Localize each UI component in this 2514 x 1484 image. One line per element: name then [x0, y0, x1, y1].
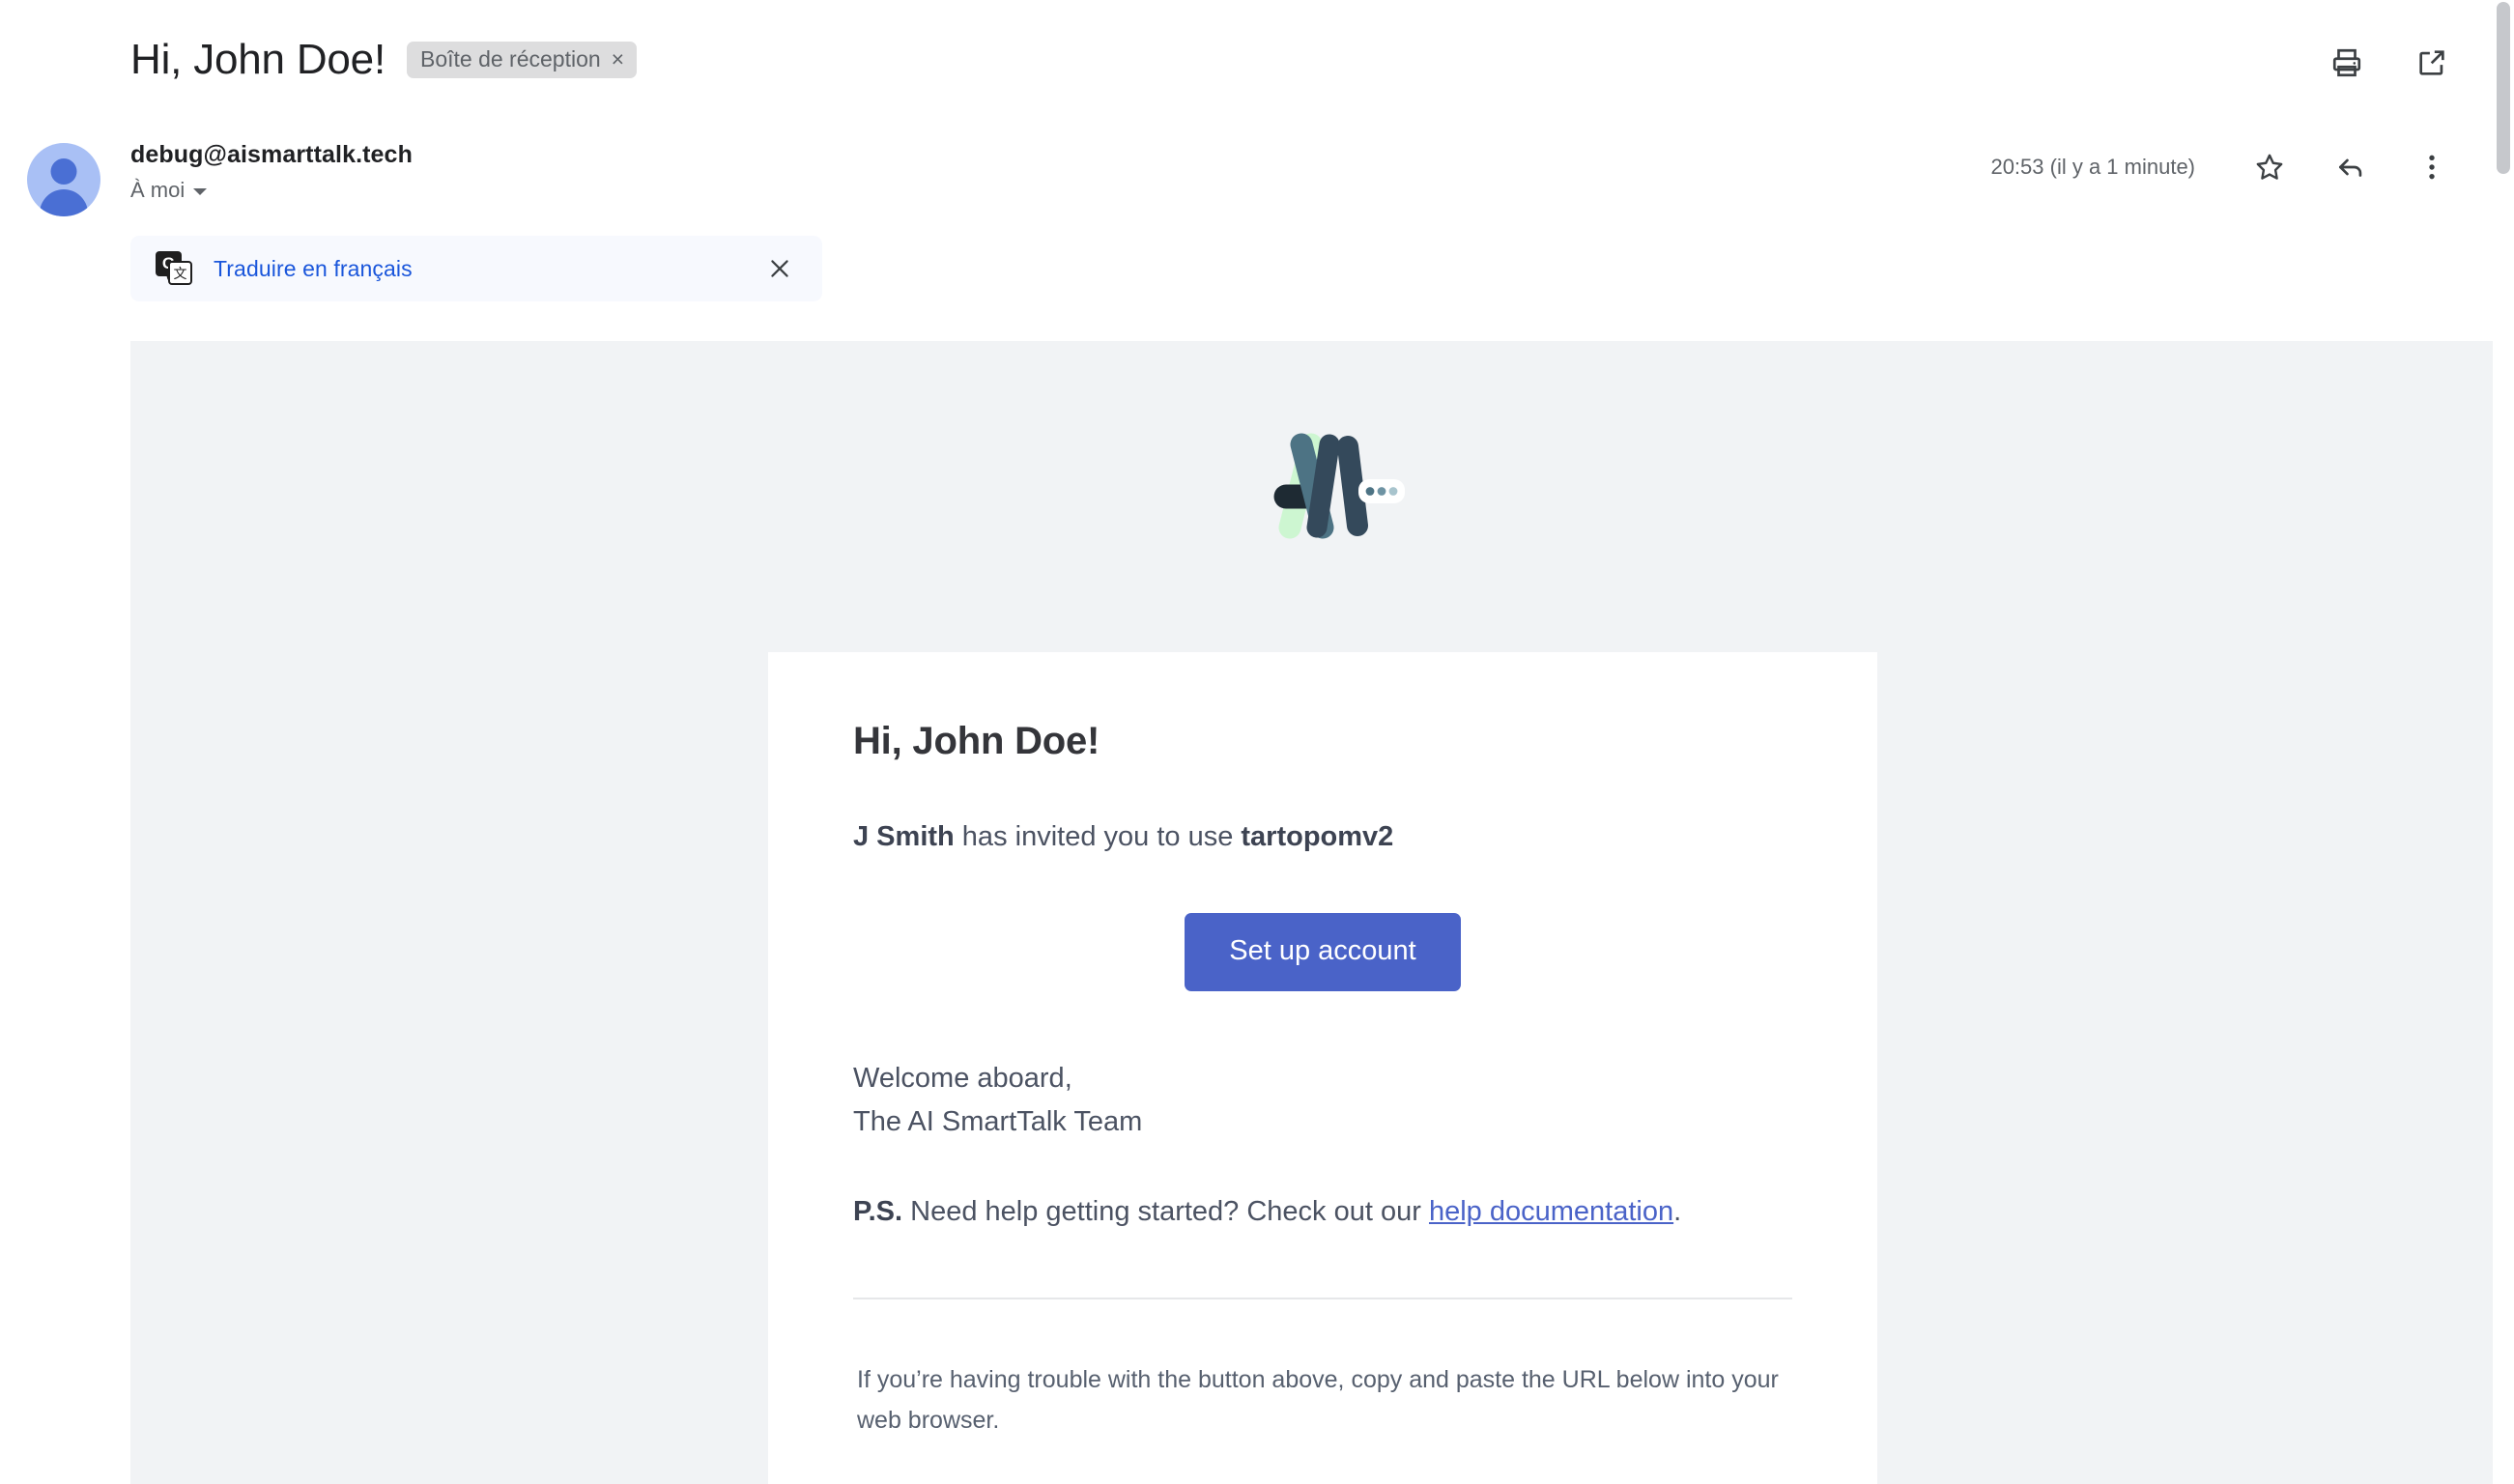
- email-body-canvas: Hi, John Doe! J Smith has invited you to…: [130, 341, 2514, 1484]
- reply-icon[interactable]: [2330, 147, 2371, 187]
- open-in-new-icon[interactable]: [2412, 43, 2452, 83]
- recipient-toggle[interactable]: À moi: [130, 178, 207, 203]
- page-scrollbar[interactable]: [2493, 0, 2514, 1484]
- star-icon[interactable]: [2249, 147, 2290, 187]
- scrollbar-thumb[interactable]: [2497, 2, 2510, 174]
- card-divider: [853, 1298, 1792, 1299]
- ps-line: P.S. Need help getting started? Check ou…: [853, 1191, 1792, 1232]
- inviter-name: J Smith: [853, 821, 955, 852]
- signoff-line-1: Welcome aboard,: [853, 1057, 1792, 1100]
- close-icon[interactable]: [762, 251, 797, 286]
- avatar[interactable]: [27, 143, 100, 216]
- workspace-name: tartopomv2: [1241, 821, 1393, 852]
- sender-row: debug@aismarttalk.tech À moi 20:53 (il y…: [0, 135, 2514, 242]
- help-documentation-link[interactable]: help documentation: [1429, 1196, 1673, 1227]
- label-chip-label: Boîte de réception: [420, 48, 601, 71]
- translate-banner[interactable]: G 文 Traduire en français: [130, 236, 822, 301]
- ps-text: Need help getting started? Check out our: [902, 1196, 1429, 1227]
- header-actions: [2327, 43, 2452, 83]
- recipient-label: À moi: [130, 178, 185, 203]
- page-title: Hi, John Doe!: [130, 37, 386, 83]
- invitation-line: J Smith has invited you to use tartopomv…: [853, 816, 1792, 857]
- signoff-block: Welcome aboard, The AI SmartTalk Team: [853, 1057, 1792, 1143]
- avatar-head-shape: [51, 158, 77, 185]
- translate-icon: G 文: [156, 251, 192, 286]
- email-card: Hi, John Doe! J Smith has invited you to…: [768, 652, 1877, 1484]
- ps-prefix: P.S.: [853, 1196, 902, 1227]
- translate-icon-target-glyph: 文: [168, 261, 192, 285]
- signoff-line-2: The AI SmartTalk Team: [853, 1100, 1792, 1144]
- cta-container: Set up account: [853, 913, 1792, 991]
- aismarttalk-logo-icon: [1247, 423, 1412, 539]
- email-heading: Hi, John Doe!: [853, 718, 1792, 764]
- mail-header: Hi, John Doe! Boîte de réception ×: [0, 0, 2514, 116]
- sender-info: debug@aismarttalk.tech À moi: [130, 139, 413, 203]
- ps-suffix: .: [1673, 1196, 1681, 1227]
- print-icon[interactable]: [2327, 43, 2367, 83]
- more-options-icon[interactable]: [2412, 147, 2452, 187]
- subject-row: Hi, John Doe! Boîte de réception ×: [130, 37, 637, 83]
- message-actions: 20:53 (il y a 1 minute): [1990, 147, 2452, 187]
- translate-link[interactable]: Traduire en français: [214, 256, 413, 282]
- label-chip-remove-icon[interactable]: ×: [612, 48, 624, 71]
- label-chip-inbox[interactable]: Boîte de réception ×: [407, 42, 637, 78]
- chevron-down-icon: [193, 188, 207, 195]
- invitation-middle-text: has invited you to use: [955, 821, 1242, 852]
- sender-email[interactable]: debug@aismarttalk.tech: [130, 139, 413, 171]
- avatar-body-shape: [40, 189, 88, 216]
- fine-print-text: If you’re having trouble with the button…: [853, 1359, 1792, 1441]
- set-up-account-button[interactable]: Set up account: [1185, 913, 1460, 991]
- message-timestamp: 20:53 (il y a 1 minute): [1990, 155, 2195, 180]
